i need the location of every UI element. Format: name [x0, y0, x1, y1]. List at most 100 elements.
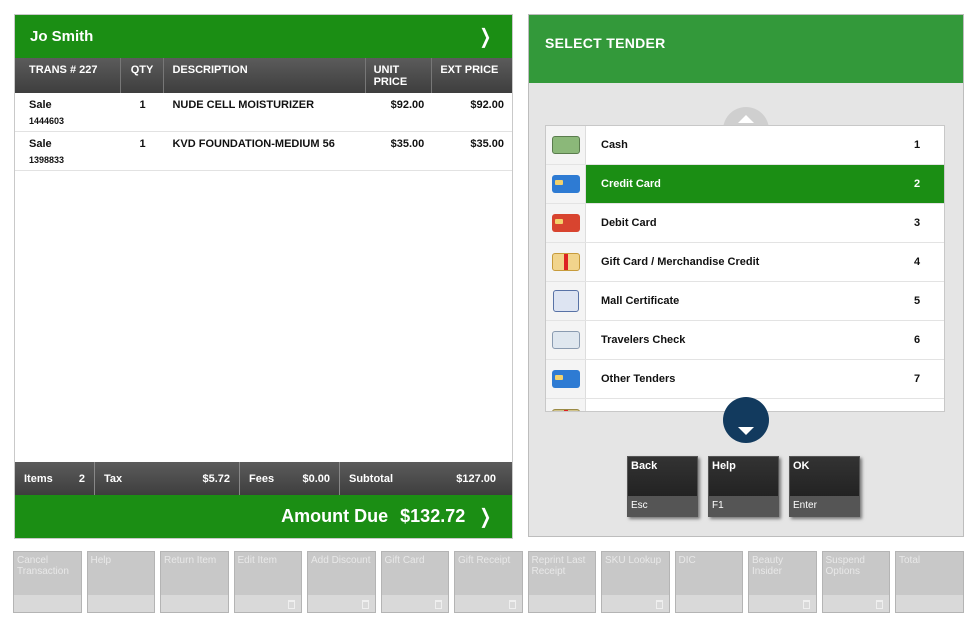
tender-title: SELECT TENDER — [529, 15, 963, 83]
tender-label: Debit Card — [601, 217, 657, 229]
trash-icon — [508, 600, 516, 609]
button-label: Reprint Last Receipt — [531, 555, 586, 577]
gift-card-button[interactable]: Gift Card — [380, 551, 449, 613]
row-sku: 1398833 — [29, 155, 65, 165]
button-label: SKU Lookup — [605, 555, 662, 566]
edit-item-button[interactable]: Edit Item — [233, 551, 302, 613]
tender-option-gift-card[interactable]: Gift Card / Merchandise Credit 4 — [546, 243, 944, 282]
cancel-transaction-button[interactable]: Cancel Transaction — [13, 551, 82, 613]
button-label: Help — [90, 555, 112, 566]
button-label: Add Discount — [311, 555, 371, 566]
help-label: Help — [712, 460, 736, 472]
row-type: Sale 1444603 — [15, 93, 121, 131]
certificate-icon — [546, 399, 586, 411]
button-label: Gift Receipt — [458, 555, 511, 566]
items-value: 2 — [78, 472, 85, 485]
row-type: Sale 1398833 — [15, 132, 121, 170]
chevron-right-icon: ❯ — [479, 26, 492, 48]
row-ext-price: $92.00 — [470, 99, 504, 111]
fees-label: Fees — [249, 472, 275, 485]
suspend-options-button[interactable]: Suspend Options — [821, 551, 890, 613]
gift-receipt-button[interactable]: Gift Receipt — [454, 551, 523, 613]
gift-card-icon — [546, 243, 586, 281]
amount-due-bar[interactable]: Amount Due $132.72 ❯ — [15, 495, 512, 538]
scroll-down-icon[interactable] — [723, 397, 769, 443]
mall-certificate-icon — [546, 282, 586, 320]
row-description: KVD FOUNDATION-MEDIUM 56 — [172, 138, 335, 150]
tender-label: Travelers Check — [601, 334, 686, 346]
help-function-button[interactable]: Help — [86, 551, 155, 613]
row-type-label: Sale — [29, 99, 52, 111]
col-qty: QTY — [121, 58, 165, 93]
table-row[interactable]: Sale 1444603 1 NUDE CELL MOISTURIZER $92.… — [15, 93, 512, 132]
trash-icon — [876, 600, 883, 609]
row-sku: 1444603 — [29, 116, 65, 126]
fees-total: Fees $0.00 — [240, 462, 340, 495]
trash-icon — [361, 600, 369, 609]
credit-card-icon — [546, 165, 586, 203]
col-unit-price: UNIT PRICE — [366, 58, 433, 93]
tender-number: 5 — [914, 295, 921, 307]
return-item-button[interactable]: Return Item — [160, 551, 229, 613]
total-button[interactable]: Total — [895, 551, 964, 613]
tax-label: Tax — [104, 472, 123, 485]
button-label: Edit Item — [237, 555, 277, 566]
tender-number: 1 — [914, 139, 921, 151]
tender-number: 6 — [914, 334, 921, 346]
col-description: DESCRIPTION — [164, 58, 366, 93]
back-button[interactable]: Back Esc — [627, 456, 698, 517]
tax-value: $5.72 — [202, 472, 230, 485]
tender-option-other-tenders[interactable]: Other Tenders 7 — [546, 360, 944, 399]
tax-total: Tax $5.72 — [95, 462, 240, 495]
tender-number: 3 — [914, 217, 921, 229]
tender-panel: SELECT TENDER Cash 1 Credit Card 2 Debit C… — [528, 14, 964, 537]
tender-label: Other Tenders — [601, 373, 676, 385]
ok-key: Enter — [790, 496, 859, 516]
tender-option-credit-card[interactable]: Credit Card 2 — [546, 165, 944, 204]
col-trans: TRANS # 227 — [15, 58, 121, 93]
tender-option-debit-card[interactable]: Debit Card 3 — [546, 204, 944, 243]
table-row[interactable]: Sale 1398833 1 KVD FOUNDATION-MEDIUM 56 $… — [15, 132, 512, 171]
row-ext-price: $35.00 — [470, 138, 504, 150]
subtotal-value: $127.00 — [456, 472, 496, 485]
key-buttons: Back Esc Help F1 OK Enter — [627, 456, 860, 517]
trash-icon — [802, 600, 810, 609]
sku-lookup-button[interactable]: SKU Lookup — [601, 551, 670, 613]
row-unit-price: $92.00 — [390, 99, 425, 111]
totals-bar: Items 2 Tax $5.72 Fees $0.00 Subtotal $127.0… — [15, 462, 512, 495]
button-label: Gift Card — [384, 555, 425, 566]
items-count: Items 2 — [15, 462, 95, 495]
row-type-label: Sale — [29, 138, 52, 150]
tender-number: 2 — [914, 178, 921, 190]
help-button[interactable]: Help F1 — [708, 456, 779, 517]
chevron-right-icon: ❯ — [479, 506, 492, 528]
trash-icon — [655, 600, 663, 609]
transaction-panel: Jo Smith ❯ TRANS # 227 QTY DESCRIPTION U… — [14, 14, 513, 539]
reprint-last-receipt-button[interactable]: Reprint Last Receipt — [527, 551, 596, 613]
trash-icon — [435, 600, 442, 609]
ok-button[interactable]: OK Enter — [789, 456, 860, 517]
tender-option-travelers-check[interactable]: Travelers Check 6 — [546, 321, 944, 360]
button-label: Total — [899, 555, 921, 566]
customer-name: Jo Smith — [30, 28, 94, 45]
row-unit-price: $35.00 — [390, 138, 425, 150]
help-key: F1 — [709, 496, 778, 516]
add-discount-button[interactable]: Add Discount — [307, 551, 376, 613]
items-label: Items — [24, 472, 53, 485]
customer-bar[interactable]: Jo Smith ❯ — [15, 15, 512, 58]
cash-icon — [546, 126, 586, 164]
button-label: Suspend Options — [825, 555, 865, 577]
dic-button[interactable]: DIC — [674, 551, 743, 613]
other-tenders-icon — [546, 360, 586, 398]
fees-value: $0.00 — [302, 472, 330, 485]
tender-number: 4 — [914, 256, 921, 268]
tender-option-mall-certificate[interactable]: Mall Certificate 5 — [546, 282, 944, 321]
button-label: Beauty Insider — [752, 555, 784, 577]
tender-label: Mall Certificate — [601, 295, 680, 307]
tender-option-cash[interactable]: Cash 1 — [546, 126, 944, 165]
pos-screen: Jo Smith ❯ TRANS # 227 QTY DESCRIPTION U… — [0, 0, 978, 627]
button-label: DIC — [678, 555, 696, 566]
tender-label: Credit Card — [601, 178, 661, 190]
row-qty: 1 — [139, 99, 146, 111]
beauty-insider-button[interactable]: Beauty Insider — [748, 551, 817, 613]
